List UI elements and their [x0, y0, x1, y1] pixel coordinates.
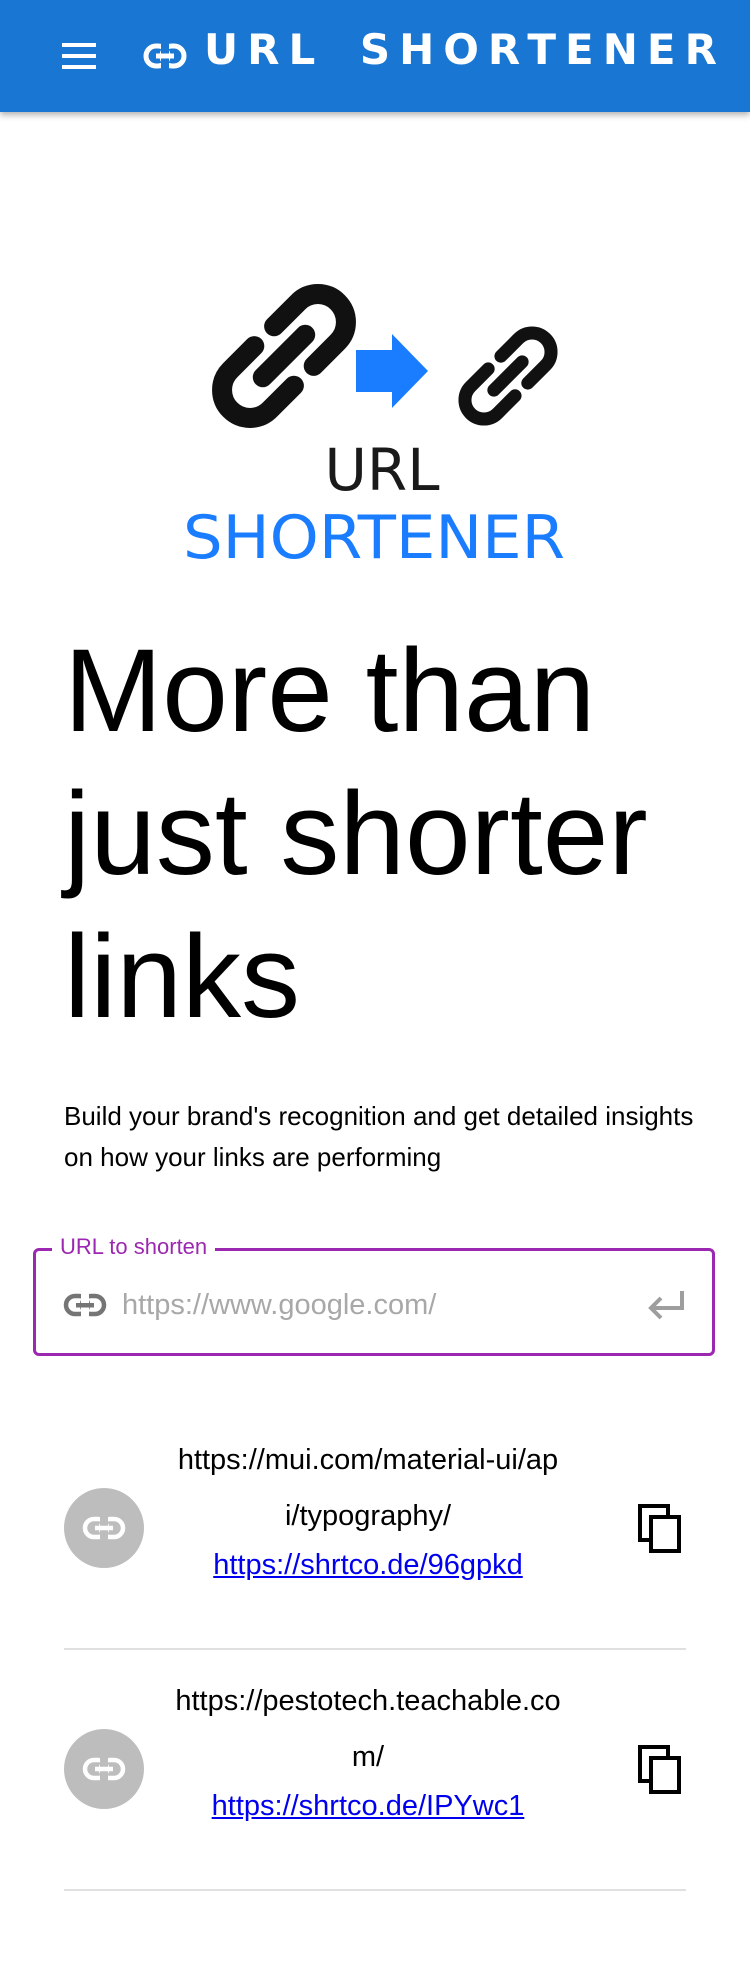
avatar: [64, 1729, 144, 1809]
app-title: URL SHORTENER: [204, 25, 726, 74]
copy-icon[interactable]: [636, 1743, 684, 1795]
short-url-link[interactable]: https://shrtco.de/IPYwc1: [174, 1785, 562, 1827]
divider: [64, 1648, 686, 1650]
logo-line2: SHORTENER: [183, 503, 565, 568]
short-url-link[interactable]: https://shrtco.de/96gpkd: [174, 1544, 562, 1586]
copy-icon[interactable]: [636, 1502, 684, 1554]
menu-icon[interactable]: [50, 30, 110, 82]
list-item: https://mui.com/material-ui/api/typograp…: [64, 1432, 686, 1672]
link-icon: [82, 1757, 126, 1781]
divider: [64, 1889, 686, 1891]
app-bar: URL SHORTENER: [0, 0, 750, 112]
link-text: https://mui.com/material-ui/api/typograp…: [174, 1432, 562, 1586]
link-icon: [143, 36, 187, 76]
enter-icon[interactable]: [644, 1286, 688, 1322]
url-input[interactable]: [122, 1281, 622, 1329]
link-icon: [63, 1288, 107, 1322]
link-icon: [82, 1516, 126, 1540]
hero-subtitle: Build your brand's recognition and get d…: [64, 1101, 694, 1172]
avatar: [64, 1488, 144, 1568]
logo: URL SHORTENER: [176, 238, 586, 573]
original-url: https://mui.com/material-ui/api/typograp…: [177, 1444, 559, 1532]
original-url: https://pestotech.teachable.com/: [175, 1685, 561, 1773]
list-item: https://pestotech.teachable.com/ https:/…: [64, 1673, 686, 1913]
hero-title: More than just shorter links: [64, 625, 648, 1043]
logo-line1: URL: [324, 436, 439, 504]
url-field-label: URL to shorten: [52, 1233, 216, 1261]
link-text: https://pestotech.teachable.com/ https:/…: [174, 1673, 562, 1827]
